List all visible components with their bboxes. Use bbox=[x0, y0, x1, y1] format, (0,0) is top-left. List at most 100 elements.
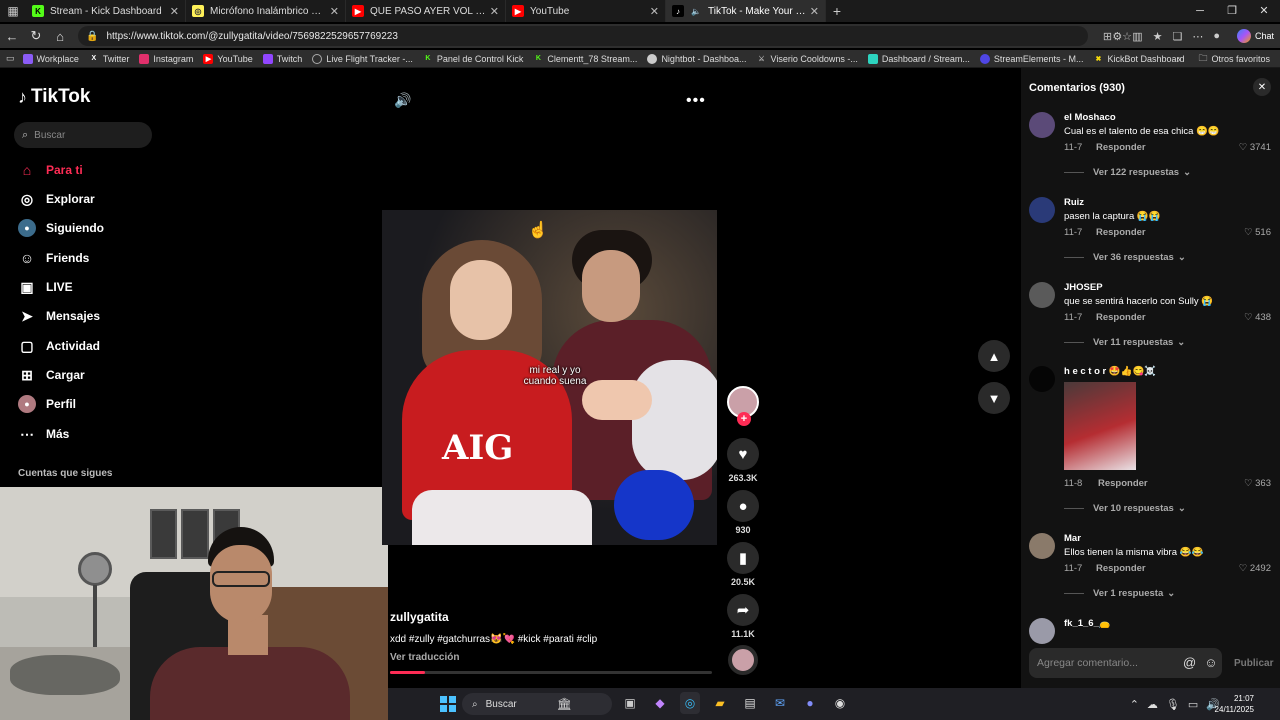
extensions-icon[interactable]: ⚙ bbox=[1112, 30, 1122, 43]
comment-user[interactable]: el Moshaco bbox=[1064, 112, 1116, 123]
close-tab-icon[interactable]: ✕ bbox=[490, 5, 499, 18]
bookmark-twitch[interactable]: Twitch bbox=[262, 53, 302, 64]
bookmark-kick-panel[interactable]: K Panel de Control Kick bbox=[423, 54, 523, 64]
chrome-icon[interactable]: ◉ bbox=[830, 692, 850, 714]
nav-mensajes[interactable]: ➤ Mensajes bbox=[18, 307, 100, 325]
speaker-icon[interactable]: 🔈 bbox=[690, 5, 702, 17]
nav-friends[interactable]: ☺ Friends bbox=[18, 249, 90, 267]
nav-perfil[interactable]: ● Perfil bbox=[18, 395, 76, 413]
close-comments-icon[interactable]: ✕ bbox=[1253, 78, 1271, 96]
url-bar[interactable]: 🔒 https://www.tiktok.com/@zullygatita/vi… bbox=[78, 26, 1088, 46]
nav-actividad[interactable]: ▢ Actividad bbox=[18, 337, 100, 355]
reply-button[interactable]: Responder bbox=[1096, 227, 1146, 238]
file-explorer-icon[interactable]: ▰ bbox=[710, 692, 730, 714]
commenter-avatar[interactable] bbox=[1029, 366, 1055, 392]
nav-mas[interactable]: ⋯ Más bbox=[18, 425, 69, 443]
view-replies[interactable]: Ver 10 respuestas ⌄ bbox=[1064, 503, 1186, 514]
bookmarks-apps-icon[interactable]: ▭ bbox=[6, 53, 15, 64]
home-icon[interactable]: ⌂ bbox=[48, 29, 72, 44]
nav-para-ti[interactable]: ⌂ Para ti bbox=[18, 161, 83, 179]
comment-like[interactable]: ♡ 438 bbox=[1244, 312, 1271, 323]
view-replies[interactable]: Ver 11 respuestas ⌄ bbox=[1064, 337, 1185, 348]
commenter-avatar[interactable] bbox=[1029, 112, 1055, 138]
comment-action[interactable]: ● 930 bbox=[725, 490, 761, 535]
taskbar-clock[interactable]: 21:07 24/11/2025 bbox=[1215, 693, 1254, 715]
bookmark-flight-tracker[interactable]: Live Flight Tracker -... bbox=[312, 53, 413, 64]
copilot-app-icon[interactable]: ◆ bbox=[650, 692, 670, 714]
commenter-avatar[interactable] bbox=[1029, 618, 1055, 644]
bookmark-youtube[interactable]: ▶ YouTube bbox=[203, 53, 253, 64]
nav-explorar[interactable]: ◎ Explorar bbox=[18, 190, 95, 208]
reply-button[interactable]: Responder bbox=[1096, 312, 1146, 323]
onedrive-icon[interactable]: ☁ bbox=[1147, 698, 1158, 711]
close-tab-icon[interactable]: ✕ bbox=[650, 5, 659, 18]
nav-live[interactable]: ▣ LIVE bbox=[18, 278, 72, 296]
split-screen-icon[interactable]: ▥ bbox=[1132, 30, 1142, 43]
bookmark-streamelements[interactable]: StreamElements - M... bbox=[979, 53, 1083, 64]
video-player[interactable]: AIG mi real y yo cuando suena ☝ bbox=[382, 210, 717, 545]
mail-icon[interactable]: ✉ bbox=[770, 692, 790, 714]
heart-icon[interactable]: ♥ bbox=[727, 438, 759, 470]
minimize-icon[interactable]: ─ bbox=[1184, 0, 1216, 22]
reply-button[interactable]: Responder bbox=[1098, 478, 1148, 489]
favorites-icon[interactable]: ★ bbox=[1153, 30, 1163, 43]
tab-youtube[interactable]: ▶ YouTube ✕ bbox=[506, 0, 666, 22]
restore-icon[interactable]: ❐ bbox=[1216, 0, 1248, 22]
taskbar-search[interactable]: ⌕ Buscar 🏛 bbox=[462, 693, 612, 715]
comment-like[interactable]: ♡ 3741 bbox=[1239, 142, 1271, 153]
commenter-avatar[interactable] bbox=[1029, 533, 1055, 559]
share-arrow-icon[interactable]: ➦ bbox=[727, 594, 759, 626]
discord-icon[interactable]: ● bbox=[800, 692, 820, 714]
profile-avatar-icon[interactable]: ● bbox=[1213, 30, 1220, 42]
tab-actions-icon[interactable]: ▦ bbox=[0, 0, 26, 22]
nav-siguiendo[interactable]: ● Siguiendo bbox=[18, 219, 104, 237]
video-progress-bar[interactable] bbox=[390, 671, 712, 674]
tab-que-paso-ayer[interactable]: ▶ QUE PASÓ AYER VOL 64 "MIX SAL ✕ bbox=[346, 0, 506, 22]
close-window-icon[interactable]: ✕ bbox=[1248, 0, 1280, 22]
store-icon[interactable]: ▤ bbox=[740, 692, 760, 714]
network-icon[interactable]: ▭ bbox=[1188, 698, 1198, 711]
comment-like[interactable]: ♡ 516 bbox=[1244, 227, 1271, 238]
mention-at-icon[interactable]: @ bbox=[1183, 655, 1196, 670]
tab-kick-dashboard[interactable]: K Stream - Kick Dashboard ✕ bbox=[26, 0, 186, 22]
follow-plus-icon[interactable]: + bbox=[737, 412, 751, 426]
bookmark-twitter[interactable]: X Twitter bbox=[89, 54, 130, 64]
microphone-icon[interactable]: 🎙 bbox=[1166, 698, 1180, 711]
view-replies[interactable]: Ver 1 respuesta ⌄ bbox=[1064, 588, 1175, 599]
view-replies[interactable]: Ver 122 respuestas ⌄ bbox=[1064, 167, 1191, 178]
reply-button[interactable]: Responder bbox=[1096, 142, 1146, 153]
close-tab-icon[interactable]: ✕ bbox=[170, 5, 179, 18]
commenter-avatar[interactable] bbox=[1029, 282, 1055, 308]
collections-icon[interactable]: ❏ bbox=[1172, 30, 1182, 43]
show-hidden-icons-icon[interactable]: ⌃ bbox=[1130, 698, 1139, 711]
comment-like[interactable]: ♡ 363 bbox=[1244, 478, 1271, 489]
comment-user[interactable]: Mar bbox=[1064, 533, 1081, 544]
more-options-icon[interactable]: ••• bbox=[686, 92, 706, 110]
view-replies[interactable]: Ver 36 respuestas ⌄ bbox=[1064, 252, 1186, 263]
comment-image-thumbnail[interactable] bbox=[1064, 382, 1136, 470]
comment-user[interactable]: fk_1_6_👝 bbox=[1064, 618, 1111, 629]
windows-start-icon[interactable] bbox=[440, 696, 456, 712]
translate-link[interactable]: Ver traducción bbox=[390, 652, 459, 663]
bookmark-clementt[interactable]: K Clementt_78 Stream... bbox=[533, 54, 638, 64]
task-view-icon[interactable]: ▣ bbox=[620, 692, 640, 714]
bookmark-kickbot[interactable]: ✖ KickBot Dashboard bbox=[1093, 54, 1185, 64]
comment-user[interactable]: h e c t o r 🤩👍😋☠️ bbox=[1064, 366, 1156, 377]
bookmark-viserio[interactable]: ⚔ Viserio Cooldowns -... bbox=[757, 54, 858, 64]
music-disc-icon[interactable] bbox=[728, 645, 758, 675]
other-favorites[interactable]: › 🗀 Otros favoritos bbox=[1177, 50, 1270, 68]
share-action[interactable]: ➦ 11.1K bbox=[725, 594, 761, 639]
commenter-avatar[interactable] bbox=[1029, 197, 1055, 223]
comment-user[interactable]: Ruiz bbox=[1064, 197, 1084, 208]
lock-icon[interactable]: 🔒 bbox=[86, 31, 98, 42]
refresh-icon[interactable]: ↻ bbox=[24, 28, 48, 44]
reply-button[interactable]: Responder bbox=[1096, 563, 1146, 574]
bookmark-workplace[interactable]: Workplace bbox=[22, 53, 79, 64]
volume-icon[interactable]: 🔊 bbox=[394, 92, 411, 109]
settings-more-icon[interactable]: ⋯ bbox=[1192, 30, 1203, 43]
close-tab-icon[interactable]: ✕ bbox=[330, 5, 339, 18]
comment-user[interactable]: JHOSEP bbox=[1064, 282, 1103, 293]
new-tab-icon[interactable]: + bbox=[826, 3, 848, 19]
tiktok-logo[interactable]: ♪ TikTok bbox=[18, 86, 90, 108]
copilot-button[interactable]: Chat bbox=[1236, 27, 1274, 45]
